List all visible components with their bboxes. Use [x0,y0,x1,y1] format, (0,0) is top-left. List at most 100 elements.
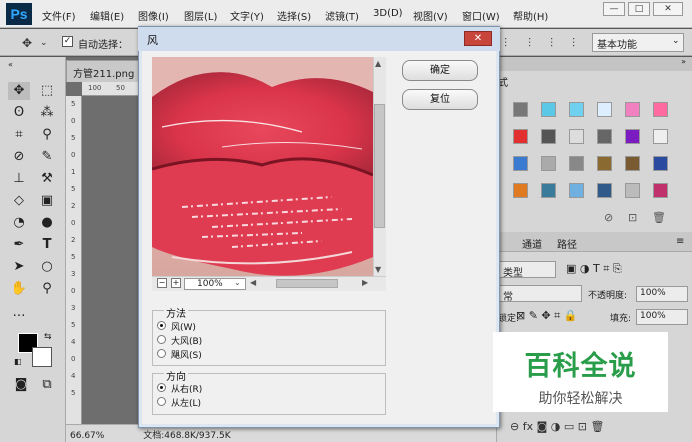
minimize-button[interactable]: — [603,2,625,16]
document-tab[interactable]: 方管211.png [66,60,146,82]
panel-collapse-icon[interactable]: » [496,57,692,71]
direction-label-right[interactable]: 从右(R) [171,382,202,395]
auto-select-checkbox[interactable]: ✓ [62,36,73,47]
style-swatch[interactable] [653,129,668,144]
style-swatch[interactable] [625,156,640,171]
kind-filter-select[interactable]: 类型 [498,261,556,279]
menu-item[interactable]: 选择(S) [277,8,311,23]
style-swatch[interactable] [625,102,640,117]
vertical-scroll-thumb[interactable] [374,104,385,228]
menu-item[interactable]: 图像(I) [138,8,169,23]
history-brush-icon[interactable]: ⚒ [36,170,58,188]
zoom-tool-icon[interactable]: ⚲ [36,280,58,298]
direction-radio-right[interactable] [157,383,166,392]
align-icon[interactable]: ⫶ [504,36,507,51]
fill-field[interactable]: 100% [636,309,688,325]
method-radio-stagger[interactable] [157,349,166,358]
style-swatch[interactable] [653,156,668,171]
menu-item[interactable]: 文件(F) [42,8,76,23]
dialog-close-button[interactable]: ✕ [464,31,492,46]
background-color[interactable] [32,347,52,367]
style-swatch[interactable] [513,183,528,198]
ellipse-tool-icon[interactable]: ○ [36,258,58,276]
stamp-tool-icon[interactable]: ⊥ [8,170,30,188]
menu-item[interactable]: 视图(V) [413,8,448,23]
style-swatch[interactable] [653,183,668,198]
close-window-button[interactable]: ✕ [653,2,683,16]
magic-wand-icon[interactable]: ⁂ [36,104,58,122]
direction-label-left[interactable]: 从左(L) [171,396,201,409]
crop-tool-icon[interactable]: ⌗ [8,126,30,144]
opacity-field[interactable]: 100% [636,286,688,302]
type-tool-icon[interactable]: T [36,236,58,254]
style-swatch[interactable] [513,156,528,171]
tab-paths[interactable]: 路径 [557,236,577,251]
pen-tool-icon[interactable]: ✒ [8,236,30,254]
no-icon[interactable]: ⊘ [604,211,613,224]
distribute-icon[interactable]: ⫶ [528,36,531,51]
workspace-select[interactable]: 基本功能 [592,33,684,52]
zoom-in-button[interactable]: + [171,278,181,288]
style-swatch[interactable] [569,102,584,117]
style-swatch[interactable] [625,183,640,198]
filter-preview[interactable] [152,57,373,276]
blend-mode-select[interactable]: 常 [498,285,582,303]
collapse-icon[interactable]: « [8,60,13,69]
eyedropper-icon[interactable]: ⚲ [36,126,58,144]
zoom-out-button[interactable]: − [157,278,167,288]
menu-item[interactable]: 图层(L) [184,8,217,23]
more-tools-icon[interactable]: … [8,304,30,322]
move-tool-icon[interactable]: ✥ [22,36,32,50]
lasso-tool-icon[interactable]: ʘ [8,104,30,122]
ok-button[interactable]: 确定 [402,60,478,81]
distribute-icon[interactable]: ⫶ [550,36,553,51]
distribute-icon[interactable]: ⫶ [572,36,575,51]
style-swatch[interactable] [597,183,612,198]
menu-item[interactable]: 文字(Y) [230,8,264,23]
style-swatch[interactable] [541,156,556,171]
method-label-stagger[interactable]: 飓风(S) [171,348,202,361]
move-tool-icon[interactable]: ✥ [8,82,30,100]
screen-mode-icon[interactable]: ⧉ [36,376,58,394]
new-style-icon[interactable]: ⊡ [628,211,637,224]
menu-item[interactable]: 滤镜(T) [325,8,359,23]
lock-icons[interactable]: ⊠ ✎ ✥ ⌗ 🔒 [516,309,578,323]
style-swatch[interactable] [541,102,556,117]
direction-radio-left[interactable] [157,397,166,406]
method-radio-blast[interactable] [157,335,166,344]
hand-tool-icon[interactable]: ✋ [8,280,30,298]
method-label-blast[interactable]: 大风(B) [171,334,202,347]
dodge-tool-icon[interactable]: ● [36,214,58,232]
path-select-icon[interactable]: ➤ [8,258,30,276]
swap-colors-icon[interactable]: ⇆ [44,332,52,342]
blur-tool-icon[interactable]: ◔ [8,214,30,232]
method-label-wind[interactable]: 风(W) [171,320,196,333]
filter-icons[interactable]: ▣ ◑ T ⌗ ⎘ [566,262,622,276]
brush-tool-icon[interactable]: ✎ [36,148,58,166]
quick-mask-icon[interactable]: ◙ [10,376,32,394]
dialog-titlebar[interactable] [138,27,500,51]
eraser-tool-icon[interactable]: ◇ [8,192,30,210]
marquee-tool-icon[interactable]: ⬚ [36,82,58,100]
layer-footer-icons[interactable]: ⊖ fx ◙ ◑ ▭ ⊡ 🗑 [510,420,604,433]
style-swatch[interactable] [597,129,612,144]
tab-channels[interactable]: 通道 [522,236,542,251]
scroll-up-icon[interactable]: ▲ [375,59,381,68]
menu-item[interactable]: 3D(D) [373,8,403,19]
reset-button[interactable]: 复位 [402,89,478,110]
style-swatch[interactable] [513,129,528,144]
horizontal-scroll-thumb[interactable] [276,279,338,288]
trash-icon[interactable]: 🗑 [652,211,666,224]
style-swatch[interactable] [597,156,612,171]
gradient-tool-icon[interactable]: ▣ [36,192,58,210]
restore-button[interactable]: □ [628,2,650,16]
panel-menu-icon[interactable]: ≡ [676,236,684,247]
style-swatch[interactable] [569,156,584,171]
menu-item[interactable]: 帮助(H) [513,8,548,23]
style-swatch[interactable] [597,102,612,117]
style-swatch[interactable] [625,129,640,144]
chevron-down-icon[interactable]: ⌄ [40,38,48,48]
style-swatch[interactable] [653,102,668,117]
style-swatch[interactable] [569,129,584,144]
menu-item[interactable]: 编辑(E) [90,8,124,23]
